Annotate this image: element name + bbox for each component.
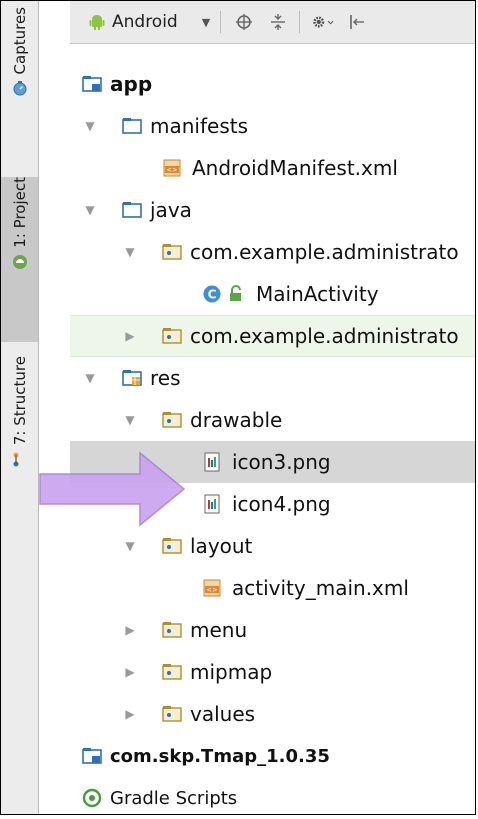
tree-item-gradle-scripts[interactable]: Gradle Scripts bbox=[70, 777, 475, 819]
tree-item-label: layout bbox=[190, 534, 253, 558]
collapse-all-button[interactable] bbox=[267, 11, 289, 33]
package-icon bbox=[162, 664, 182, 680]
hide-panel-button[interactable] bbox=[346, 11, 368, 33]
tree-item-label: com.example.administrato bbox=[190, 324, 459, 348]
gear-icon bbox=[313, 16, 334, 28]
scroll-from-source-button[interactable] bbox=[233, 11, 255, 33]
module-folder-icon bbox=[82, 748, 102, 764]
expanded-arrow-icon[interactable]: ▼ bbox=[83, 371, 97, 385]
expanded-arrow-icon[interactable]: ▼ bbox=[123, 539, 137, 553]
captures-icon bbox=[13, 81, 26, 96]
collapsed-arrow-icon[interactable]: ▶ bbox=[123, 707, 137, 721]
module-folder-icon bbox=[82, 76, 102, 92]
svg-text:C: C bbox=[208, 288, 217, 302]
tree-item-label: java bbox=[150, 198, 192, 222]
android-icon bbox=[89, 15, 105, 30]
folder-icon bbox=[122, 118, 142, 134]
expanded-arrow-icon[interactable]: ▼ bbox=[123, 413, 137, 427]
toolbar-divider bbox=[220, 11, 222, 33]
svg-text:<>: <> bbox=[166, 166, 178, 174]
package-icon bbox=[162, 706, 182, 722]
tree-item-main-activity[interactable]: C MainActivity bbox=[70, 273, 475, 315]
chevron-down-icon: ▼ bbox=[201, 15, 211, 29]
resource-folder-icon bbox=[122, 370, 142, 386]
tree-item-label: manifests bbox=[150, 114, 248, 138]
project-toolbar: Android ▼ bbox=[70, 1, 475, 44]
tree-item-activity-main[interactable]: <> activity_main.xml bbox=[70, 567, 475, 609]
tree-item-values[interactable]: ▶ values bbox=[70, 693, 475, 735]
class-icon: C bbox=[203, 285, 221, 303]
collapsed-arrow-icon[interactable]: ▶ bbox=[123, 329, 137, 343]
tree-item-label: AndroidManifest.xml bbox=[192, 156, 398, 180]
xml-file-icon: <> bbox=[203, 579, 221, 597]
tree-item-package[interactable]: ▼ com.example.administrato bbox=[70, 231, 475, 273]
project-tab[interactable]: 1: Project bbox=[1, 177, 38, 342]
tree-item-label: icon4.png bbox=[232, 492, 331, 516]
captures-tab[interactable]: Captures bbox=[1, 7, 38, 167]
structure-tab-label: 7: Structure bbox=[10, 356, 29, 446]
tree-item-menu[interactable]: ▶ menu bbox=[70, 609, 475, 651]
tree-item-lib-module[interactable]: com.skp.Tmap_1.0.35 bbox=[70, 735, 475, 777]
collapsed-arrow-icon[interactable]: ▶ bbox=[123, 623, 137, 637]
image-file-icon bbox=[204, 452, 220, 472]
tree-item-label: icon3.png bbox=[232, 450, 331, 474]
xml-file-icon: <> bbox=[163, 159, 181, 177]
tree-item-label: drawable bbox=[190, 408, 283, 432]
gradle-icon bbox=[82, 788, 102, 808]
package-icon bbox=[162, 244, 182, 260]
structure-icon bbox=[13, 452, 18, 467]
structure-tab[interactable]: 7: Structure bbox=[1, 356, 38, 526]
android-project-icon bbox=[12, 254, 27, 269]
tree-item-app[interactable]: app bbox=[70, 63, 475, 105]
tree-item-label: app bbox=[110, 72, 153, 96]
tree-item-manifest-file[interactable]: <> AndroidManifest.xml bbox=[70, 147, 475, 189]
svg-text:<>: <> bbox=[206, 586, 218, 594]
package-icon bbox=[162, 328, 182, 344]
tree-item-package[interactable]: ▶ com.example.administrato bbox=[70, 315, 475, 357]
tree-item-label: res bbox=[150, 366, 181, 390]
unlocked-icon bbox=[230, 285, 241, 301]
view-mode-label: Android bbox=[112, 12, 178, 32]
image-file-icon bbox=[204, 494, 220, 514]
tree-item-label: menu bbox=[190, 618, 248, 642]
tree-item-mipmap[interactable]: ▶ mipmap bbox=[70, 651, 475, 693]
captures-tab-label: Captures bbox=[10, 7, 29, 75]
package-icon bbox=[162, 412, 182, 428]
collapse-icon bbox=[271, 14, 286, 30]
tree-item-layout[interactable]: ▼ layout bbox=[70, 525, 475, 567]
tree-item-label: Gradle Scripts bbox=[110, 787, 238, 809]
tree-item-manifests[interactable]: ▼ manifests bbox=[70, 105, 475, 147]
view-mode-select[interactable]: Android ▼ bbox=[88, 12, 210, 32]
callout-arrow-icon bbox=[39, 451, 186, 527]
tree-item-label: com.example.administrato bbox=[190, 240, 459, 264]
expanded-arrow-icon[interactable]: ▼ bbox=[123, 245, 137, 259]
tree-item-res[interactable]: ▼ res bbox=[70, 357, 475, 399]
expanded-arrow-icon[interactable]: ▼ bbox=[83, 203, 97, 217]
tree-item-label: values bbox=[190, 702, 256, 726]
folder-icon bbox=[122, 202, 142, 218]
package-icon bbox=[162, 538, 182, 554]
tool-window-strip: Captures 1: Project 7: Structure bbox=[1, 1, 39, 814]
tree-item-label: MainActivity bbox=[256, 282, 379, 306]
tree-item-label: activity_main.xml bbox=[232, 576, 409, 600]
collapsed-arrow-icon[interactable]: ▶ bbox=[123, 665, 137, 679]
project-tab-label: 1: Project bbox=[10, 177, 29, 248]
tree-item-label: com.skp.Tmap_1.0.35 bbox=[110, 745, 330, 767]
hide-icon bbox=[350, 15, 365, 29]
tree-item-drawable[interactable]: ▼ drawable bbox=[70, 399, 475, 441]
settings-button[interactable] bbox=[312, 11, 334, 33]
package-icon bbox=[162, 622, 182, 638]
toolbar-divider bbox=[299, 11, 301, 33]
target-icon bbox=[236, 14, 253, 30]
tree-item-java[interactable]: ▼ java bbox=[70, 189, 475, 231]
tree-item-label: mipmap bbox=[190, 660, 273, 684]
expanded-arrow-icon[interactable]: ▼ bbox=[83, 119, 97, 133]
